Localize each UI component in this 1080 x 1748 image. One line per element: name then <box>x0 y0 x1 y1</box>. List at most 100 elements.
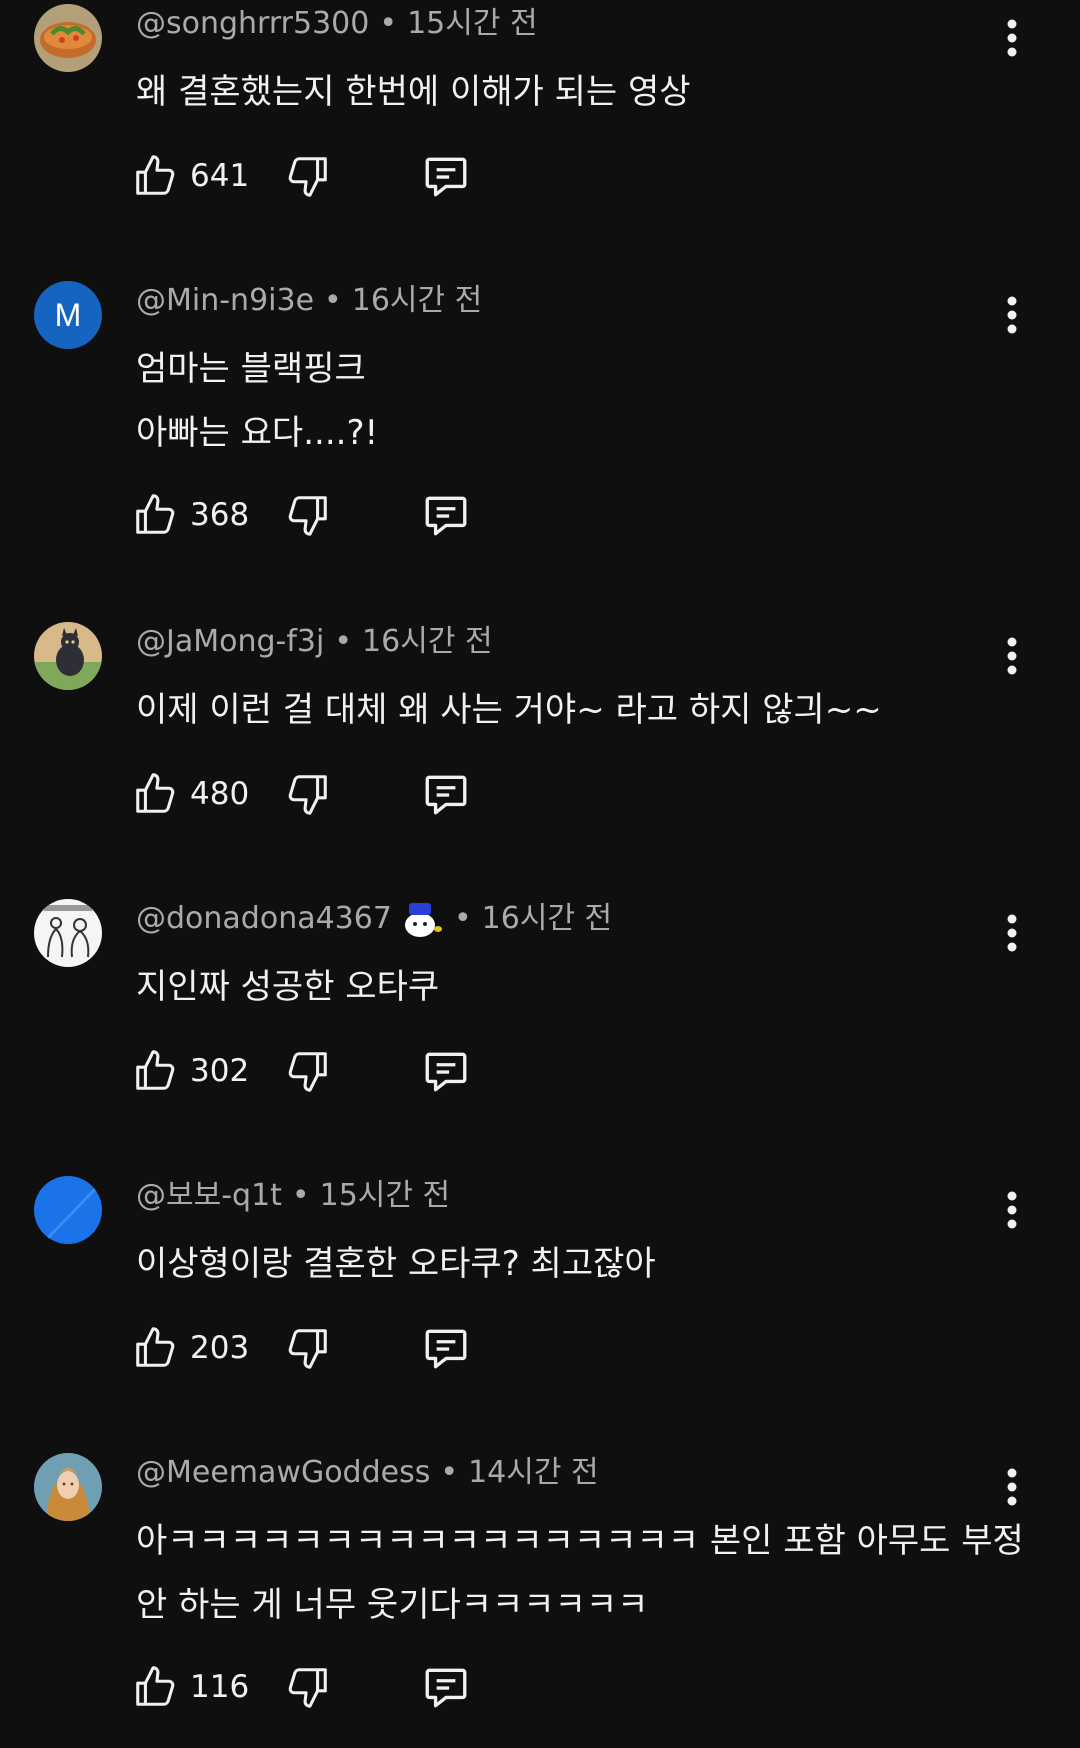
member-badge-icon <box>400 899 444 939</box>
avatar[interactable] <box>34 1453 102 1521</box>
thumbs-up-icon <box>136 773 175 813</box>
comment-line: 안 하는 게 너무 웃기다ㅋㅋㅋㅋㅋㅋ <box>136 1585 649 1625</box>
dislike-button[interactable] <box>282 1320 334 1376</box>
more-options-button[interactable] <box>994 1461 1030 1513</box>
comment-text: 이상형이랑 결혼한 오타쿠? 최고잖아 <box>136 1232 656 1296</box>
like-button[interactable]: 480 <box>132 766 270 822</box>
comment-timestamp[interactable]: 16시간 전 <box>362 622 493 662</box>
dislike-button[interactable] <box>282 766 334 822</box>
comment-meta: @donadona4367 • 16시간 전 <box>136 899 612 939</box>
more-vert-icon <box>1007 1191 1017 1229</box>
author-handle[interactable]: @JaMong-f3j <box>136 622 324 662</box>
dislike-button[interactable] <box>282 1043 334 1099</box>
separator-dot: • <box>291 1178 310 1213</box>
like-button[interactable]: 116 <box>132 1659 270 1715</box>
thumbs-down-icon <box>288 157 327 197</box>
reply-button[interactable] <box>418 1659 474 1715</box>
like-count: 203 <box>190 1330 250 1366</box>
like-button[interactable]: 368 <box>132 487 270 543</box>
comment-meta: @JaMong-f3j • 16시간 전 <box>136 622 493 662</box>
comment-text: 이제 이런 걸 대체 왜 사는 거야~ 라고 하지 않긔~~ <box>136 678 882 742</box>
comment-timestamp[interactable]: 16시간 전 <box>352 281 483 321</box>
thumbs-down-icon <box>288 1329 327 1369</box>
comment-actions: 480 <box>132 766 474 822</box>
like-count: 302 <box>190 1053 250 1089</box>
reply-icon <box>425 775 467 815</box>
dislike-button[interactable] <box>282 487 334 543</box>
avatar[interactable] <box>34 1176 102 1244</box>
more-vert-icon <box>1007 19 1017 57</box>
author-handle[interactable]: @MeemawGoddess <box>136 1453 430 1493</box>
like-button[interactable]: 641 <box>132 148 270 204</box>
more-options-button[interactable] <box>994 12 1030 64</box>
separator-dot: • <box>453 901 472 936</box>
comment-line: 이상형이랑 결혼한 오타쿠? 최고잖아 <box>136 1244 656 1284</box>
more-vert-icon <box>1007 637 1017 675</box>
more-options-button[interactable] <box>994 907 1030 959</box>
comment-meta: @songhrrr5300 • 15시간 전 <box>136 4 538 44</box>
thumbs-up-icon <box>136 155 175 195</box>
comment-meta: @MeemawGoddess • 14시간 전 <box>136 1453 599 1493</box>
like-count: 368 <box>190 497 250 533</box>
reply-button[interactable] <box>418 1320 474 1376</box>
like-button[interactable]: 203 <box>132 1320 270 1376</box>
comment-line: 왜 결혼했는지 한번에 이해가 되는 영상 <box>136 72 691 112</box>
thumbs-down-icon <box>288 496 327 536</box>
reply-button[interactable] <box>418 148 474 204</box>
avatar-initial: M <box>55 297 82 333</box>
comment-timestamp[interactable]: 15시간 전 <box>320 1176 451 1216</box>
comment-actions: 116 <box>132 1659 474 1715</box>
like-button[interactable]: 302 <box>132 1043 270 1099</box>
comment-text: 아ㅋㅋㅋㅋㅋㅋㅋㅋㅋㅋㅋㅋㅋㅋㅋㅋㅋ 본인 포함 아무도 부정 안 하는 게 너… <box>136 1509 1024 1637</box>
thumbs-up-icon <box>136 494 175 534</box>
reply-button[interactable] <box>418 487 474 543</box>
avatar[interactable] <box>34 622 102 690</box>
comment-actions: 368 <box>132 487 474 543</box>
more-vert-icon <box>1007 296 1017 334</box>
avatar[interactable] <box>34 899 102 967</box>
reply-button[interactable] <box>418 766 474 822</box>
reply-icon <box>425 157 467 197</box>
more-options-button[interactable] <box>994 289 1030 341</box>
dislike-button[interactable] <box>282 1659 334 1715</box>
comment-actions: 203 <box>132 1320 474 1376</box>
thumbs-up-icon <box>136 1666 175 1706</box>
comment-timestamp[interactable]: 15시간 전 <box>407 4 538 44</box>
comment-line: 아ㅋㅋㅋㅋㅋㅋㅋㅋㅋㅋㅋㅋㅋㅋㅋㅋㅋ 본인 포함 아무도 부정 <box>136 1521 1024 1561</box>
reply-button[interactable] <box>418 1043 474 1099</box>
separator-dot: • <box>379 6 398 41</box>
separator-dot: • <box>440 1455 459 1490</box>
comment-meta: @보보-q1t • 15시간 전 <box>136 1176 450 1216</box>
more-vert-icon <box>1007 1468 1017 1506</box>
thumbs-down-icon <box>288 1052 327 1092</box>
more-options-button[interactable] <box>994 630 1030 682</box>
author-handle[interactable]: @donadona4367 <box>136 899 392 939</box>
thumbs-down-icon <box>288 1668 327 1708</box>
like-count: 116 <box>190 1669 250 1705</box>
comment-timestamp[interactable]: 16시간 전 <box>482 899 613 939</box>
reply-icon <box>425 496 467 536</box>
comment-text: 지인짜 성공한 오타쿠 <box>136 955 439 1019</box>
like-count: 641 <box>190 158 250 194</box>
more-options-button[interactable] <box>994 1184 1030 1236</box>
separator-dot: • <box>324 283 342 318</box>
thumbs-down-icon <box>288 775 327 815</box>
comment-timestamp[interactable]: 14시간 전 <box>468 1453 599 1493</box>
avatar-background <box>34 1176 102 1244</box>
comment-line: 이제 이런 걸 대체 왜 사는 거야~ 라고 하지 않긔~~ <box>136 690 882 730</box>
comment-actions: 302 <box>132 1043 474 1099</box>
separator-dot: • <box>334 624 353 659</box>
like-count: 480 <box>190 776 250 812</box>
reply-icon <box>425 1668 467 1708</box>
author-handle[interactable]: @보보-q1t <box>136 1176 282 1216</box>
comment-line: 아빠는 요다....?! <box>136 413 379 453</box>
avatar[interactable] <box>34 4 102 72</box>
author-handle[interactable]: @songhrrr5300 <box>136 4 369 44</box>
reply-icon <box>425 1052 467 1092</box>
author-handle[interactable]: @Min-n9i3e <box>136 281 314 321</box>
comment-line: 엄마는 블랙핑크 <box>136 349 366 389</box>
comment-text: 왜 결혼했는지 한번에 이해가 되는 영상 <box>136 60 691 124</box>
thumbs-up-icon <box>136 1050 175 1090</box>
avatar[interactable]: M <box>34 281 102 349</box>
dislike-button[interactable] <box>282 148 334 204</box>
